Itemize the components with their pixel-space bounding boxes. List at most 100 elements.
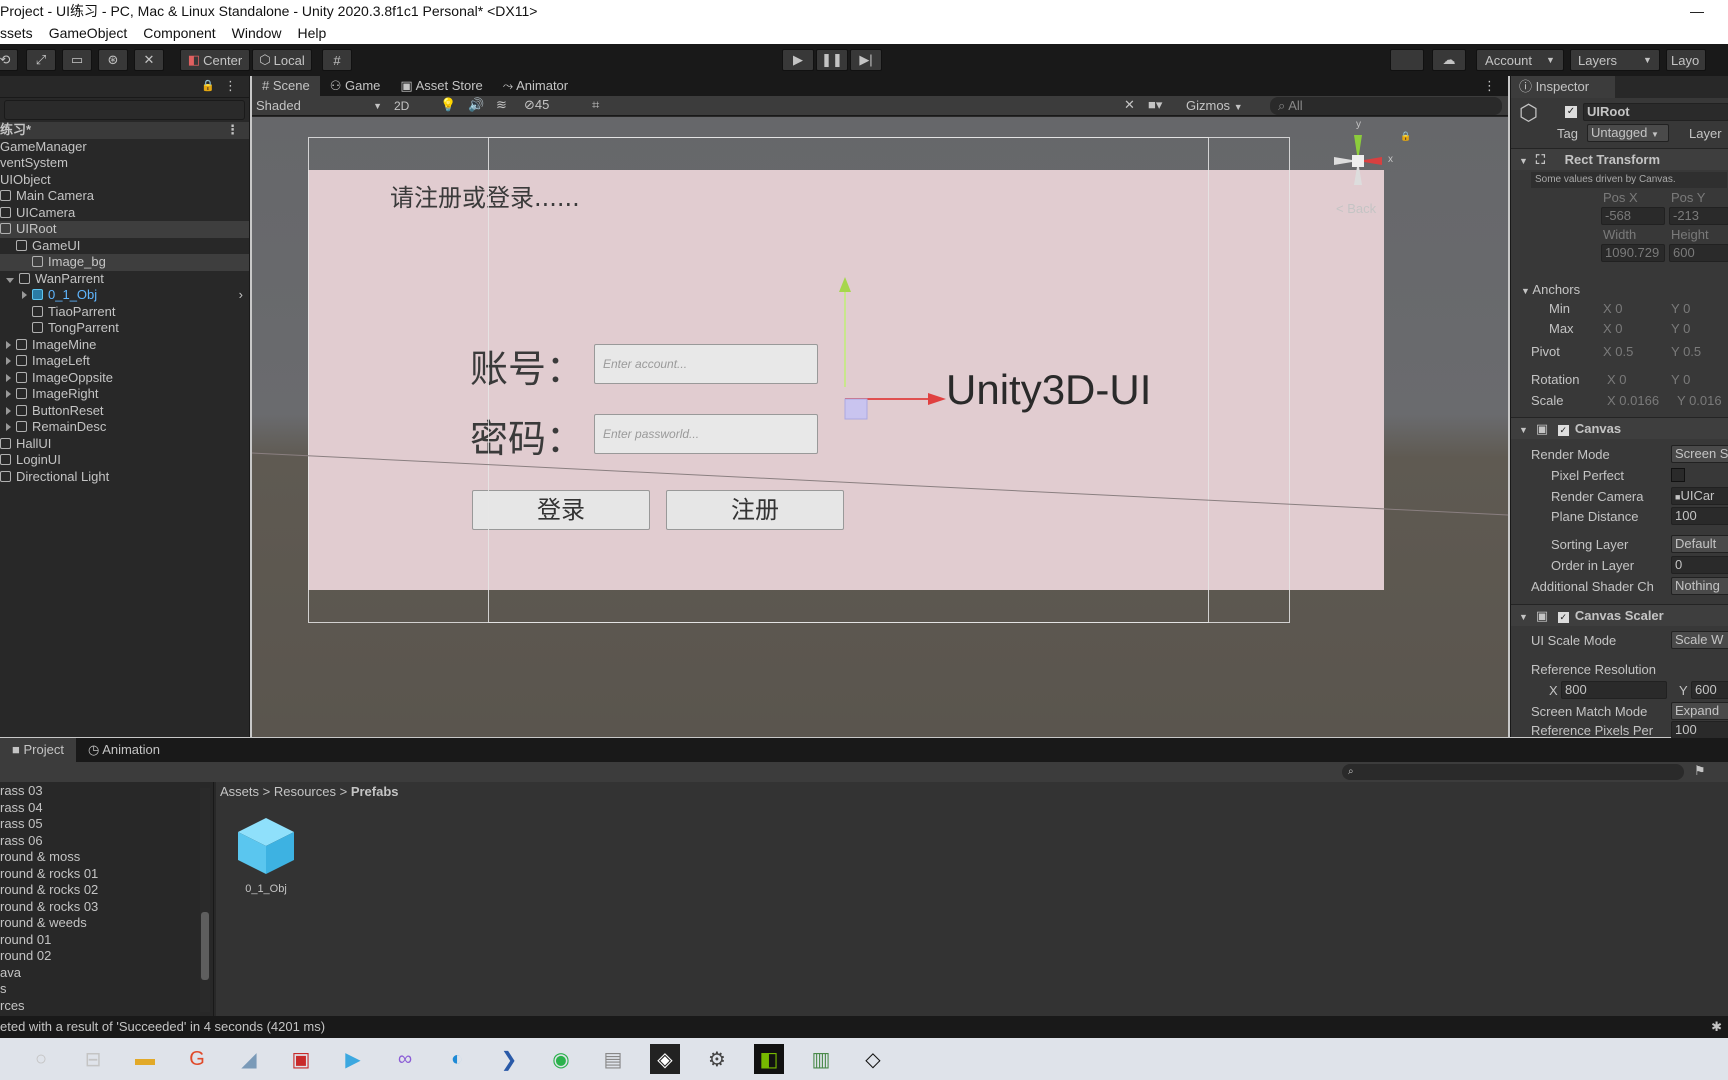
hidden-objects-icon[interactable]: ⊘45 (524, 97, 549, 113)
hierarchy-item[interactable]: ImageLeft (0, 353, 249, 370)
folder-item[interactable]: round & moss (0, 849, 213, 866)
prefab-asset[interactable]: 0_1_Obj (234, 814, 298, 900)
render-camera-field[interactable]: ■UICar (1671, 487, 1728, 505)
lock-icon[interactable]: 🔒 (201, 79, 215, 92)
additional-shader-dropdown[interactable]: Nothing (1671, 577, 1728, 595)
settings-icon[interactable]: ⚙ (702, 1044, 732, 1074)
2d-toggle[interactable]: 2D (394, 97, 420, 115)
x-arrow-icon[interactable] (928, 393, 946, 405)
grid-icon[interactable]: ⌗ (592, 97, 599, 113)
hierarchy-item[interactable]: Directional Light (0, 469, 249, 486)
hierarchy-item[interactable]: ventSystem (0, 155, 249, 172)
rect-transform-header[interactable]: ▼ ⛶ Rect Transform (1511, 148, 1728, 170)
more-icon[interactable]: ⋮ (226, 122, 239, 139)
effects-icon[interactable]: ≋ (496, 97, 507, 113)
hierarchy-item[interactable]: GameUI (0, 238, 249, 255)
folder-item[interactable]: s (0, 981, 213, 998)
chevron-right-icon[interactable] (6, 340, 11, 349)
hierarchy-item[interactable]: ImageRight (0, 386, 249, 403)
powershell-icon[interactable]: ❯ (494, 1044, 524, 1074)
orientation-gizmo[interactable]: y x < Back 🔒 (1318, 119, 1411, 221)
pixel-perfect-checkbox[interactable] (1671, 468, 1685, 482)
chevron-right-icon[interactable] (6, 373, 11, 382)
filter-icon[interactable]: ⚑ (1694, 763, 1706, 779)
hierarchy-item[interactable]: LoginUI (0, 452, 249, 469)
hierarchy-item[interactable]: UICamera (0, 205, 249, 222)
file-explorer-icon[interactable]: ▬ (130, 1044, 160, 1074)
hierarchy-item[interactable]: ButtonReset (0, 403, 249, 420)
collab-button[interactable] (1390, 49, 1424, 71)
hierarchy-item[interactable]: 0_1_Obj › (0, 287, 249, 304)
pause-button[interactable]: ❚❚ (816, 49, 848, 71)
folder-item[interactable]: rass 03 (0, 783, 213, 800)
terminal-icon[interactable]: ◈ (650, 1044, 680, 1074)
project-search-input[interactable]: ⌕ (1342, 764, 1684, 780)
tab-animator[interactable]: ⤳ Animator (493, 76, 578, 96)
edge-icon[interactable]: ◐ (442, 1044, 472, 1074)
breadcrumb-assets[interactable]: Assets (220, 784, 259, 799)
xy-plane-handle[interactable] (844, 398, 868, 420)
chrome-g-icon[interactable]: G (182, 1044, 212, 1074)
layout-dropdown[interactable]: Layo (1666, 49, 1706, 71)
scene-header[interactable]: 练习* ⋮ (0, 122, 249, 139)
hierarchy-search-input[interactable] (4, 100, 245, 120)
anchors-foldout[interactable]: ▼ Anchors (1521, 282, 1580, 297)
gizmos-dropdown[interactable]: Gizmos ▼ (1186, 97, 1243, 116)
menu-gameobject[interactable]: GameObject (49, 22, 128, 44)
tab-game[interactable]: ⚇ Game (320, 76, 391, 96)
hierarchy-item[interactable]: UIObject (0, 172, 249, 189)
chevron-right-icon[interactable] (6, 406, 11, 415)
task-view-icon[interactable]: ⊟ (78, 1044, 108, 1074)
hierarchy-item[interactable]: HallUI (0, 436, 249, 453)
order-in-layer-field[interactable]: 0 (1671, 556, 1728, 574)
canvas-scaler-enabled-checkbox[interactable]: ✓ (1557, 612, 1569, 623)
folder-scrollbar[interactable] (200, 788, 210, 1012)
folder-item[interactable]: rces (0, 998, 213, 1015)
menu-assets[interactable]: ssets (0, 22, 33, 44)
folder-item[interactable]: round & rocks 01 (0, 866, 213, 883)
tab-asset-store[interactable]: ▣ Asset Store (390, 76, 492, 96)
audio-icon[interactable]: 🔊 (468, 97, 484, 113)
back-label[interactable]: < Back (1336, 201, 1376, 216)
player-icon[interactable]: ▶ (338, 1044, 368, 1074)
app-red-icon[interactable]: ▣ (286, 1044, 316, 1074)
render-mode-dropdown[interactable]: Screen S (1671, 445, 1728, 463)
canvas-enabled-checkbox[interactable]: ✓ (1557, 425, 1569, 436)
cloud-icon[interactable]: ☁ (1432, 49, 1466, 71)
step-button[interactable]: ▶| (850, 49, 882, 71)
folder-item[interactable]: round 02 (0, 948, 213, 965)
axis-gizmo-icon[interactable] (1318, 121, 1408, 201)
hierarchy-item[interactable]: ImageOppsite (0, 370, 249, 387)
menu-window[interactable]: Window (232, 22, 282, 44)
hierarchy-item[interactable]: WanParrent (0, 271, 249, 288)
lighting-icon[interactable]: 💡 (440, 97, 456, 113)
hierarchy-item[interactable]: TiaoParrent (0, 304, 249, 321)
tab-scene[interactable]: # Scene (252, 76, 320, 96)
minimize-button[interactable]: — (1690, 0, 1704, 22)
ref-y-field[interactable]: 600 (1691, 681, 1728, 699)
grid-snap-icon[interactable]: # (322, 49, 352, 71)
chevron-right-icon[interactable] (6, 390, 11, 398)
hierarchy-item[interactable]: UIRoot (0, 221, 249, 238)
scale-tool-icon[interactable]: ⤢ (26, 49, 56, 71)
tab-project[interactable]: ■ Project (0, 738, 76, 762)
tools-icon[interactable]: ✕ (1124, 97, 1135, 113)
breadcrumb-prefabs[interactable]: Prefabs (351, 784, 399, 799)
folder-item[interactable]: round & rocks 02 (0, 882, 213, 899)
chevron-down-icon[interactable] (6, 277, 14, 283)
breadcrumb-resources[interactable]: Resources (274, 784, 336, 799)
screen-match-mode-dropdown[interactable]: Expand (1671, 702, 1728, 720)
chevron-right-icon[interactable] (6, 423, 11, 431)
object-name-field[interactable]: UIRoot (1583, 103, 1728, 121)
more-icon[interactable]: ⋮ (1483, 76, 1496, 96)
app-icon[interactable]: ◢ (234, 1044, 264, 1074)
hierarchy-item[interactable]: ImageMine (0, 337, 249, 354)
folder-item[interactable]: ava (0, 965, 213, 982)
rotate-tool-icon[interactable]: ⟲ (0, 49, 18, 71)
reference-pixels-field[interactable]: 100 (1671, 721, 1728, 739)
hierarchy-item[interactable]: Image_bg (0, 254, 249, 271)
tag-dropdown[interactable]: Untagged ▼ (1587, 124, 1669, 142)
more-icon[interactable]: ⋮ (224, 78, 237, 94)
scene-viewport[interactable]: 请注册或登录...... 账号： Enter account... 密码： En… (252, 117, 1508, 737)
menu-component[interactable]: Component (143, 22, 215, 44)
